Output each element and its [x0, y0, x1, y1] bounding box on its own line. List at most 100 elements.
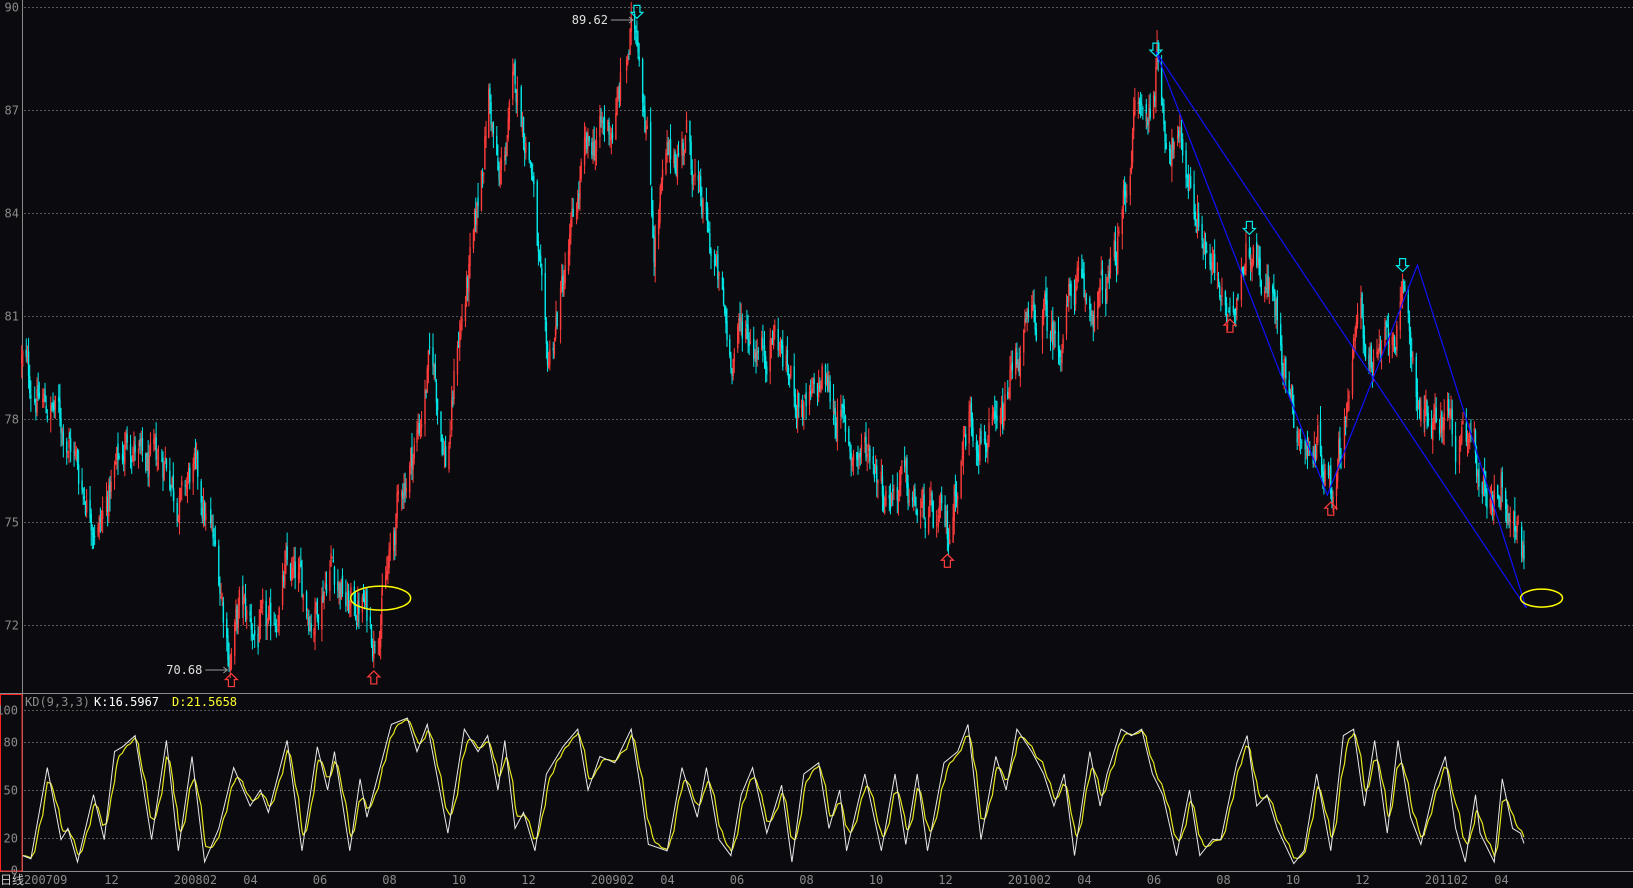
candle-body: [214, 540, 217, 545]
candle: [416, 420, 418, 452]
candle-body: [1517, 523, 1519, 525]
candle-body: [436, 398, 439, 411]
period-label[interactable]: 日线: [0, 873, 24, 887]
candle: [610, 127, 613, 155]
candle-body: [1335, 486, 1338, 497]
candle: [381, 588, 383, 639]
candle-body: [1356, 313, 1359, 325]
candle-body: [1347, 401, 1349, 408]
candle-body: [211, 524, 213, 528]
kd-tick-label: 20: [4, 832, 18, 846]
candle-body: [772, 332, 775, 346]
candle-body: [259, 610, 262, 628]
candle: [1109, 247, 1112, 279]
candle-body: [1093, 316, 1096, 331]
candle: [1149, 93, 1151, 121]
candle-body: [61, 428, 63, 432]
candle: [205, 502, 207, 531]
candle: [83, 486, 86, 505]
candle-body: [1265, 287, 1267, 290]
date-tick-label: 04: [1494, 873, 1508, 887]
price-tick-label: 84: [5, 207, 19, 221]
date-tick-label: 08: [799, 873, 813, 887]
candle: [649, 107, 652, 186]
candle-body: [777, 329, 779, 351]
candle-body: [710, 249, 712, 256]
candle-body: [956, 495, 959, 500]
candle: [434, 353, 436, 383]
candle: [708, 220, 710, 234]
candle-body: [923, 494, 925, 518]
candle: [67, 450, 69, 459]
candle-body: [341, 575, 344, 594]
candle-body: [68, 440, 70, 448]
candle-body: [741, 321, 744, 339]
candle-body: [370, 626, 373, 646]
candle: [1506, 499, 1508, 529]
candle-body: [690, 141, 692, 170]
candle-body: [141, 438, 144, 451]
candle-body: [260, 605, 263, 609]
candle-body: [472, 230, 475, 249]
candle: [619, 57, 622, 107]
candle: [528, 142, 530, 164]
candle: [1076, 261, 1078, 289]
candle: [203, 500, 206, 527]
candle: [962, 425, 965, 475]
candle-body: [29, 375, 31, 394]
candle: [456, 340, 459, 386]
high-price-label: 89.62: [572, 13, 608, 27]
candle: [1319, 405, 1322, 457]
candle-body: [1420, 407, 1422, 422]
candle-body: [38, 392, 41, 398]
candle: [1129, 167, 1131, 206]
candle: [484, 126, 486, 170]
candle-body: [481, 174, 484, 176]
candle: [388, 542, 390, 575]
candle-body: [468, 263, 470, 293]
candle-body: [1509, 519, 1511, 523]
candle-body: [575, 214, 578, 216]
candle-body: [1432, 422, 1434, 441]
candle-body: [1077, 267, 1080, 271]
candle: [1412, 351, 1414, 365]
candle: [522, 116, 525, 151]
candle: [1023, 328, 1025, 366]
candle-body: [405, 487, 407, 492]
candle-body: [300, 561, 302, 568]
candle: [1240, 257, 1243, 308]
candle: [492, 121, 495, 148]
candle: [601, 111, 603, 134]
candle: [923, 483, 925, 520]
date-tick-label: 201002: [1008, 873, 1051, 887]
candle: [702, 197, 704, 224]
candle-body: [641, 59, 644, 103]
candle: [68, 431, 71, 439]
candle-body: [83, 496, 86, 499]
candle-body: [1042, 304, 1045, 319]
candle: [381, 573, 383, 596]
candle: [718, 271, 720, 291]
candle-body: [1320, 455, 1323, 472]
candle-body: [200, 481, 202, 503]
candle-body: [1179, 126, 1181, 135]
candle-body: [987, 442, 989, 449]
candle: [766, 361, 768, 382]
candle: [600, 108, 602, 128]
candle: [82, 487, 84, 505]
candle: [652, 200, 654, 239]
candle: [1236, 297, 1238, 321]
candle-body: [347, 591, 350, 613]
candle: [325, 571, 328, 596]
candle: [1317, 414, 1319, 446]
candle: [638, 42, 640, 67]
date-tick-label: 10: [452, 873, 466, 887]
candle-body: [829, 381, 831, 402]
date-tick-label: 06: [1147, 873, 1161, 887]
candle: [782, 330, 784, 371]
candle-body: [424, 388, 426, 425]
candle-body: [645, 128, 647, 135]
candle: [1114, 226, 1117, 266]
candle: [1097, 291, 1099, 330]
candle-body: [1462, 420, 1464, 425]
